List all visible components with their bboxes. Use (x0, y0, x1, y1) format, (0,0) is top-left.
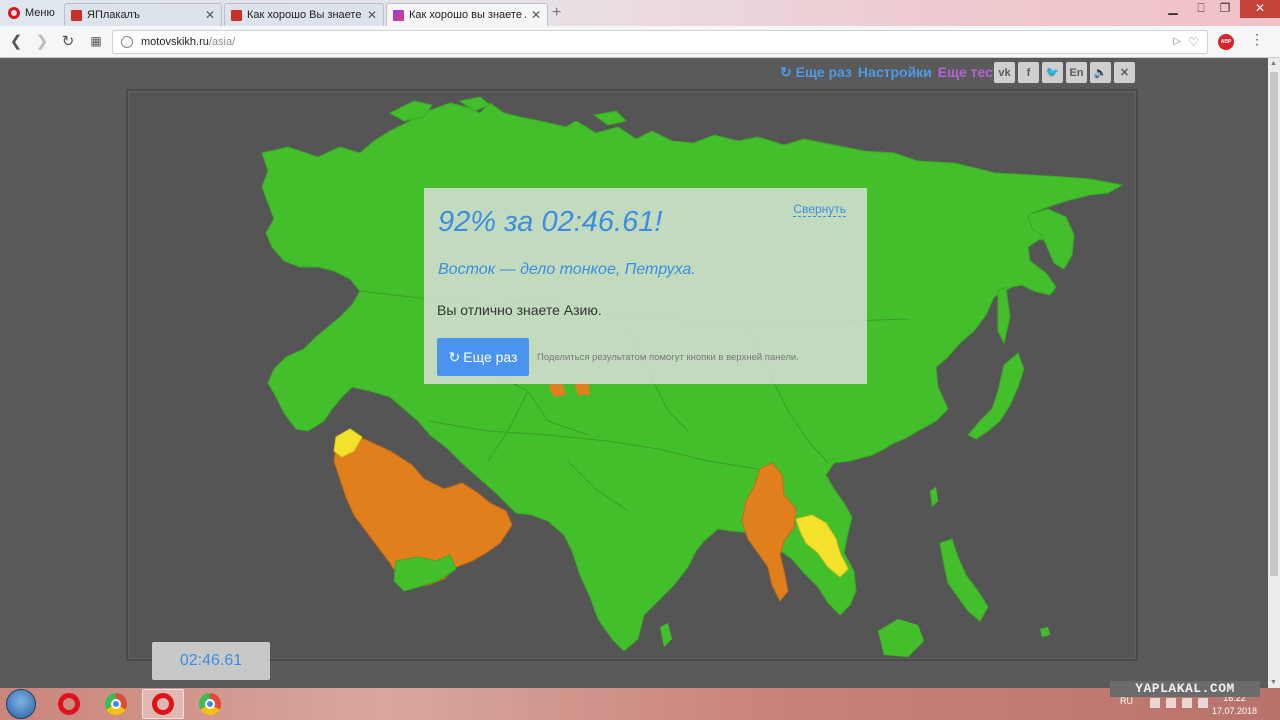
share-note: Поделиться результатом помогут кнопки в … (537, 352, 799, 363)
network-icon[interactable] (1166, 698, 1176, 708)
site-favicon-icon (231, 9, 242, 21)
tab-close-icon[interactable]: ✕ (205, 8, 215, 22)
browser-extension-menu-icon[interactable]: ⋮ (1250, 31, 1264, 48)
opera-logo-icon (8, 7, 20, 19)
close-icon[interactable]: ✕ (1114, 62, 1135, 83)
close-window-button[interactable]: ✕ (1240, 0, 1280, 18)
browser-menu-label: Меню (25, 7, 55, 19)
bookmark-heart-icon[interactable]: ♡ (1188, 31, 1199, 53)
retry-button[interactable]: ↻ Еще раз (437, 338, 529, 376)
tab-yaplakal[interactable]: ЯПлакалъ ✕ (64, 3, 222, 26)
tab-close-icon[interactable]: ✕ (367, 8, 377, 22)
taskbar-opera-1[interactable] (48, 689, 90, 719)
page-scrollbar[interactable]: ▲ ▼ (1268, 58, 1280, 688)
reload-button[interactable]: ↻ (58, 32, 78, 50)
retry-link[interactable]: ↻ Еще раз (780, 64, 852, 81)
tab-close-icon[interactable]: ✕ (531, 8, 541, 22)
map-region-arctic-island[interactable] (592, 110, 627, 126)
social-buttons: vk f 🐦 En 🔈 ✕ (994, 62, 1135, 83)
yaplakal-favicon-icon (71, 9, 82, 21)
watermark: YAPLAKAL.COM (1110, 681, 1260, 697)
taskbar-chrome-2[interactable] (189, 689, 231, 719)
window-list-icon[interactable]: ⎕ (1188, 0, 1214, 18)
retry-link-label: Еще раз (795, 64, 852, 80)
opera-icon (152, 693, 174, 715)
facebook-icon[interactable]: f (1018, 62, 1039, 83)
scrollbar-thumb[interactable] (1270, 72, 1278, 576)
windows-taskbar: RU 16:22 17.07.2018 (0, 688, 1280, 720)
map-region-japan[interactable] (967, 352, 1025, 440)
tab-quiz-1[interactable]: Как хорошо Вы знаете ка ✕ (224, 3, 384, 26)
url-path: /asia/ (208, 36, 236, 48)
tab-title: ЯПлакалъ (87, 9, 140, 21)
map-region-philippines[interactable] (939, 538, 989, 622)
page-content: ↻ Еще раз Настройки Еще тесты vk f 🐦 En … (0, 58, 1280, 688)
tab-title: Как хорошо Вы знаете ка (247, 9, 362, 21)
volume-icon[interactable] (1182, 698, 1192, 708)
forward-button[interactable]: ❯ (32, 32, 52, 50)
globe-icon (121, 36, 133, 48)
adblock-icon[interactable]: ABP (1218, 34, 1234, 50)
language-indicator[interactable]: RU (1120, 696, 1133, 706)
taskbar-chrome-1[interactable] (95, 689, 137, 719)
language-button[interactable]: En (1066, 62, 1087, 83)
clock-date: 17.07.2018 (1212, 706, 1258, 716)
result-text: Вы отлично знаете Азию. (437, 302, 602, 318)
browser-menu-button[interactable]: Меню (4, 3, 59, 23)
map-region-sakhalin[interactable] (997, 286, 1011, 345)
start-button[interactable] (6, 689, 36, 719)
browser-tab-strip: Меню ЯПлакалъ ✕ Как хорошо Вы знаете ка … (0, 0, 1280, 26)
map-region-pacific-dot[interactable] (1040, 627, 1050, 637)
result-subtitle: Восток — дело тонкое, Петруха. (438, 261, 696, 278)
speed-dial-icon[interactable]: ▦ (86, 34, 106, 48)
send-to-icon[interactable]: ▷ (1173, 31, 1181, 53)
url-field[interactable]: motovskikh.ru/asia/ ▷ ♡ (112, 30, 1208, 54)
twitter-icon[interactable]: 🐦 (1042, 62, 1063, 83)
opera-icon (58, 693, 80, 715)
timer-display: 02:46.61 (152, 642, 270, 680)
scroll-up-icon[interactable]: ▲ (1270, 60, 1277, 67)
motovskikh-favicon-icon (393, 9, 404, 21)
map-region-taiwan[interactable] (930, 487, 938, 507)
tray-arrow-icon[interactable] (1150, 698, 1160, 708)
chrome-icon (199, 693, 221, 715)
vk-icon[interactable]: vk (994, 62, 1015, 83)
refresh-icon: ↻ (448, 348, 461, 365)
chrome-icon (105, 693, 127, 715)
scroll-down-icon[interactable]: ▼ (1270, 679, 1277, 686)
tab-title: Как хорошо вы знаете Аз (409, 9, 526, 21)
new-tab-button[interactable]: + (552, 4, 561, 22)
retry-button-label: Еще раз (463, 349, 518, 365)
tab-quiz-asia[interactable]: Как хорошо вы знаете Аз ✕ (386, 3, 548, 26)
settings-link[interactable]: Настройки (858, 64, 932, 81)
dropbox-icon[interactable] (1198, 698, 1208, 708)
address-bar: ❮ ❯ ↻ ▦ motovskikh.ru/asia/ ▷ ♡ ABP ⋮ (0, 26, 1280, 58)
taskbar-opera-2[interactable] (142, 689, 184, 719)
map-region-sri-lanka[interactable] (660, 623, 672, 647)
back-button[interactable]: ❮ (6, 32, 26, 50)
result-panel: 92% за 02:46.61! Свернуть Восток — дело … (424, 188, 867, 384)
top-links: ↻ Еще раз Настройки Еще тесты (780, 64, 1012, 81)
collapse-link[interactable]: Свернуть (793, 202, 846, 217)
minimize-button[interactable]: ▁ (1160, 0, 1186, 18)
maximize-button[interactable]: ❐ (1212, 0, 1238, 18)
url-domain: motovskikh.ru (141, 36, 209, 48)
sound-icon[interactable]: 🔈 (1090, 62, 1111, 83)
map-region-borneo[interactable] (878, 619, 924, 657)
result-title: 92% за 02:46.61! (438, 206, 663, 238)
